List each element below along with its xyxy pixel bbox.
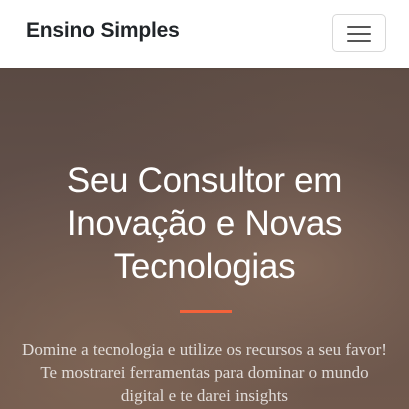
hamburger-bar (347, 26, 371, 28)
hero-title: Seu Consultor em Inovação e Novas Tecnol… (66, 161, 343, 286)
navbar-toggle-button[interactable] (332, 14, 386, 52)
brand-link[interactable]: Ensino Simples (26, 19, 180, 43)
top-navbar: Ensino Simples (0, 0, 409, 68)
hamburger-bar (347, 33, 371, 35)
hero-divider (180, 310, 232, 313)
hamburger-bar (347, 40, 371, 42)
hero-description: Domine a tecnologia e utilize os recurso… (22, 340, 387, 405)
hero-section: Seu Consultor em Inovação e Novas Tecnol… (0, 68, 409, 409)
